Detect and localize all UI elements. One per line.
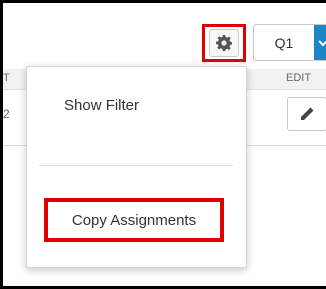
chevron-down-icon[interactable]	[314, 25, 326, 60]
menu-item-show-filter[interactable]: Show Filter	[64, 97, 139, 114]
edit-button[interactable]	[287, 97, 326, 131]
pencil-icon	[301, 107, 314, 120]
settings-button[interactable]	[209, 29, 239, 57]
quarter-select-value: Q1	[274, 34, 294, 51]
settings-button-highlight[interactable]	[202, 24, 246, 62]
quarter-select[interactable]: Q1	[253, 24, 326, 61]
column-header-edit: EDIT	[286, 72, 312, 84]
menu-item-copy-assignments[interactable]: Copy Assignments	[72, 212, 196, 229]
screenshot-frame: Q1 T EDIT 2 Show Filter Copy Assignments	[3, 3, 326, 286]
settings-menu: Show Filter Copy Assignments	[26, 66, 247, 268]
menu-item-copy-assignments-highlight[interactable]: Copy Assignments	[44, 198, 224, 242]
row-cell-fragment: 2	[3, 107, 10, 121]
column-header-fragment: T	[3, 72, 10, 84]
menu-separator	[39, 165, 233, 166]
gear-icon	[216, 35, 232, 51]
